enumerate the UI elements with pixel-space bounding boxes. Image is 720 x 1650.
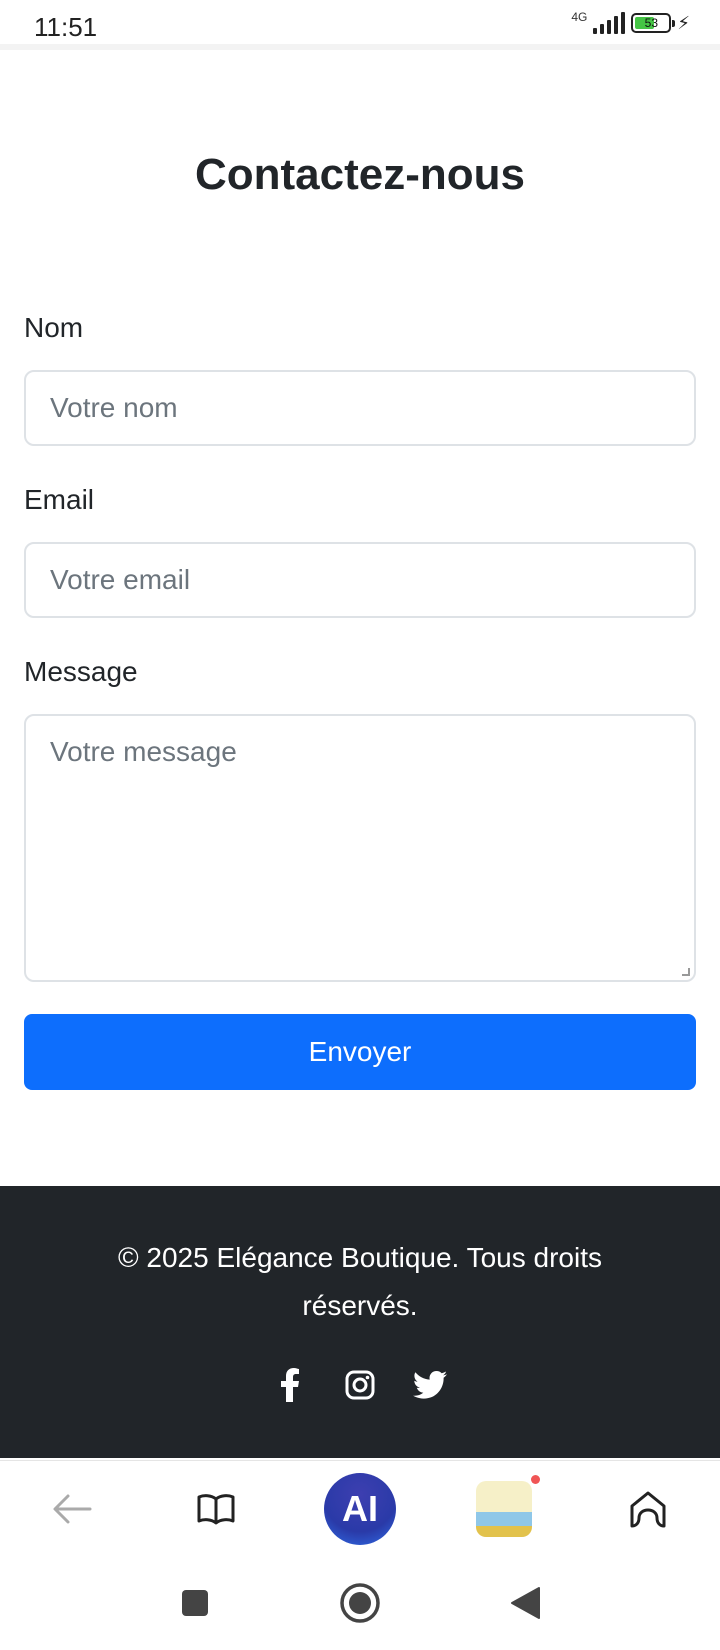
email-input[interactable]: Votre email — [24, 542, 696, 618]
recents-square-icon[interactable] — [170, 1578, 220, 1628]
back-arrow-icon[interactable] — [36, 1473, 108, 1545]
status-time: 11:51 — [34, 12, 98, 42]
twitter-icon[interactable] — [413, 1368, 447, 1402]
resize-handle-icon[interactable] — [682, 968, 690, 976]
system-nav-bar — [0, 1556, 720, 1650]
submit-button[interactable]: Envoyer — [24, 1014, 696, 1090]
game-thumbnail — [476, 1475, 540, 1537]
browser-nav-bar: AI — [0, 1460, 720, 1556]
email-label: Email — [24, 484, 95, 515]
signal-icon — [593, 12, 626, 34]
message-placeholder: Votre message — [50, 736, 237, 767]
back-triangle-icon[interactable] — [500, 1578, 550, 1628]
home-circle-icon[interactable] — [335, 1578, 385, 1628]
message-label: Message — [24, 656, 138, 687]
battery-icon: 53 — [631, 13, 676, 33]
ai-assistant-button[interactable]: AI — [324, 1473, 396, 1545]
page-title: Contactez-nous — [195, 150, 525, 199]
instagram-icon[interactable] — [343, 1368, 377, 1402]
social-links — [0, 1368, 720, 1402]
battery-level: 53 — [644, 16, 659, 30]
status-icons: 4G 53 ⚡ — [571, 10, 690, 34]
name-label: Nom — [24, 312, 84, 343]
game-shortcut[interactable] — [468, 1473, 540, 1545]
book-icon[interactable] — [180, 1473, 252, 1545]
charging-icon: ⚡ — [677, 12, 690, 33]
ai-label: AI — [342, 1488, 378, 1529]
status-bar: 11:51 4G 53 ⚡ — [0, 0, 720, 50]
name-input[interactable]: Votre nom — [24, 370, 696, 446]
notification-dot — [531, 1475, 540, 1484]
facebook-icon[interactable] — [273, 1368, 307, 1402]
message-textarea[interactable]: Votre message — [24, 714, 696, 982]
home-icon[interactable] — [612, 1473, 684, 1545]
copyright-text: © 2025 Elégance Boutique. Tous droits ré… — [118, 1242, 602, 1321]
network-type: 4G — [571, 10, 588, 24]
footer: © 2025 Elégance Boutique. Tous droits ré… — [0, 1186, 720, 1458]
ai-badge: AI — [324, 1473, 396, 1545]
